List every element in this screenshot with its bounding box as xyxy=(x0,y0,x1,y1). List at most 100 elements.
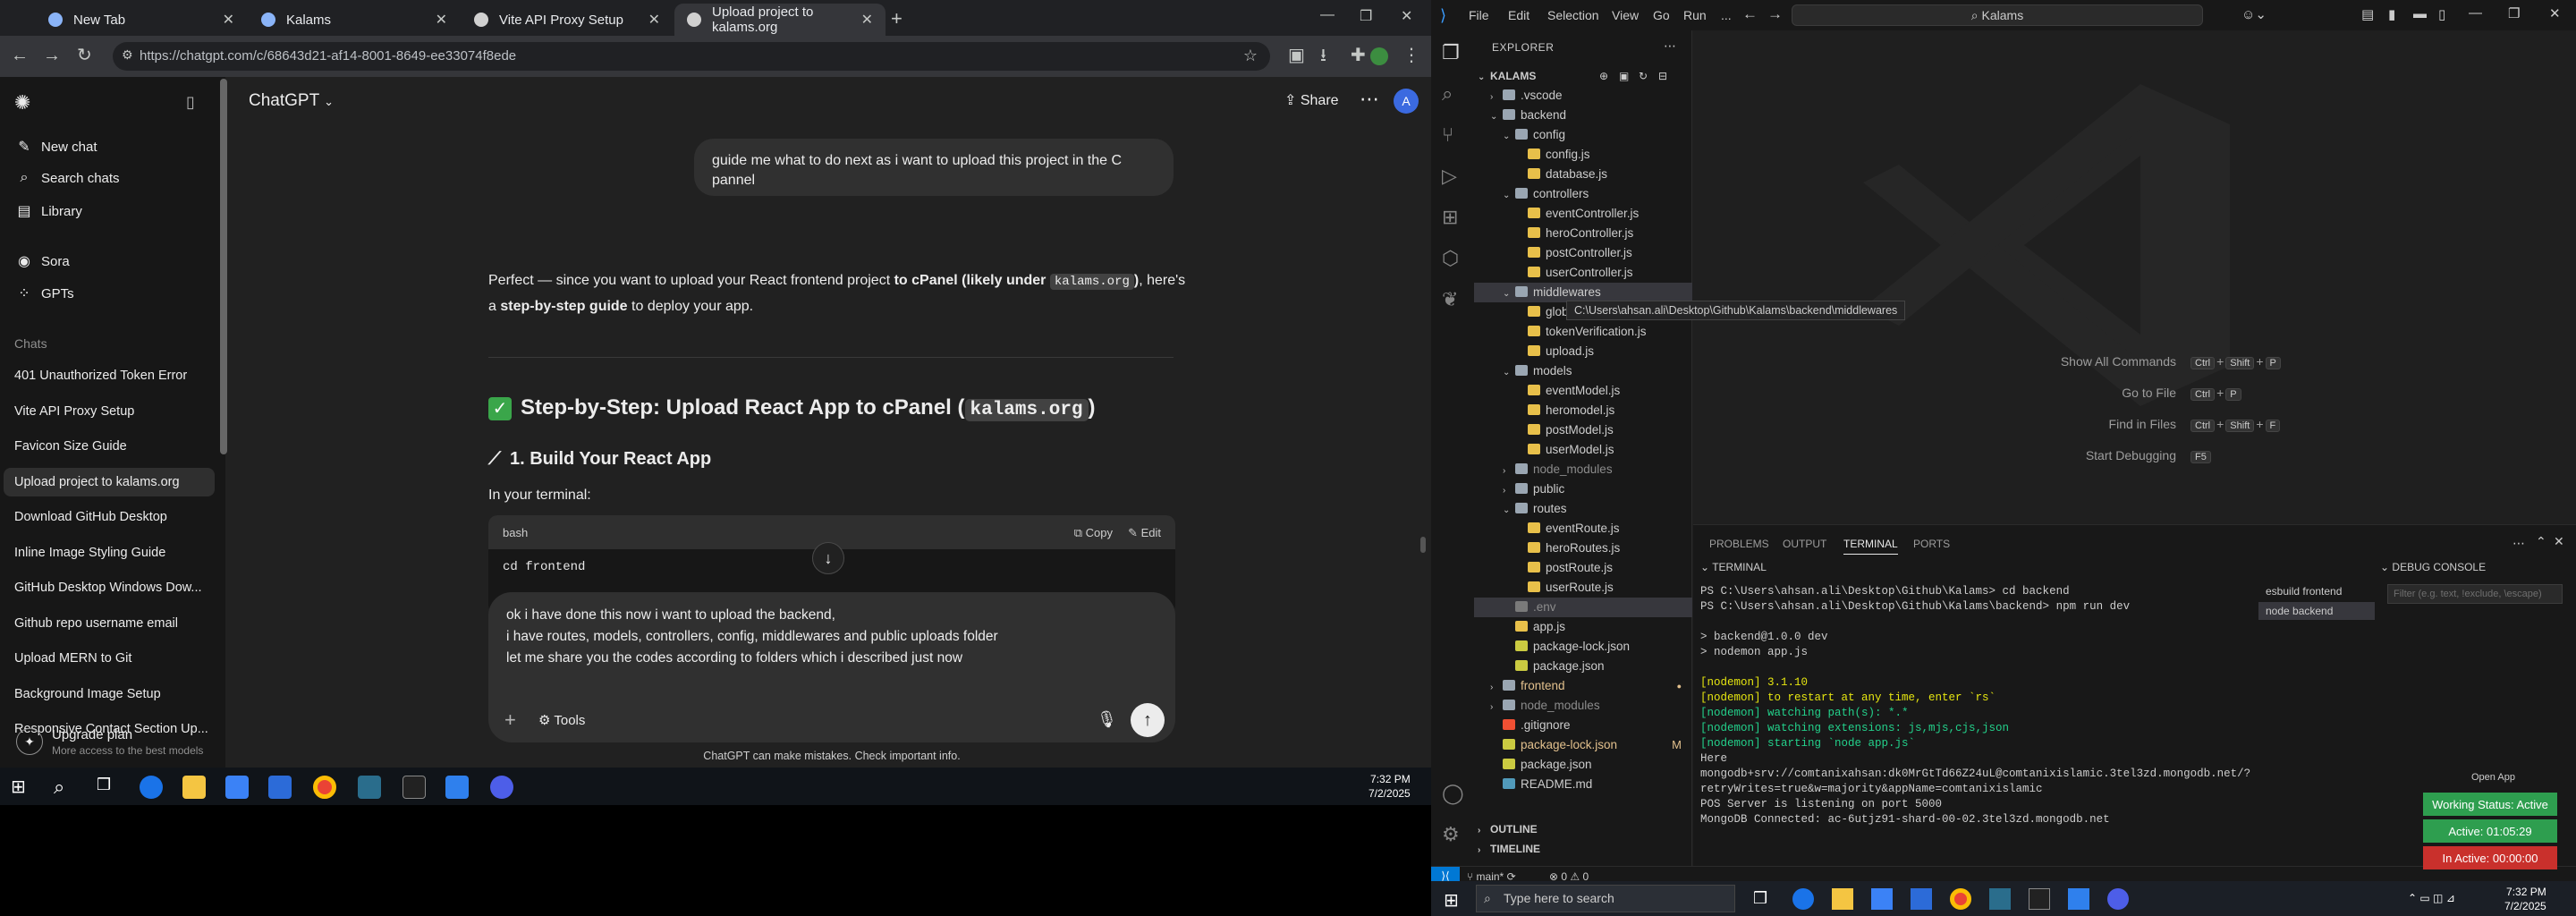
tree-folder[interactable]: › node_modules xyxy=(1474,460,1692,479)
windows-start-icon[interactable]: ⊞ xyxy=(1444,889,1459,912)
send-button[interactable]: ↑ xyxy=(1131,703,1165,737)
new-folder-icon[interactable]: ▣ xyxy=(1619,66,1629,86)
microphone-icon[interactable]: 🎙 xyxy=(1097,710,1117,729)
tree-file[interactable]: postRoute.js xyxy=(1474,558,1692,578)
windows-start-icon[interactable]: ⊞ xyxy=(11,776,34,799)
gpts-button[interactable]: ⁘ GPTs xyxy=(14,284,73,302)
chat-history-item[interactable]: 401 Unauthorized Token Error xyxy=(4,361,215,390)
copy-code-button[interactable]: ⧉ Copy xyxy=(1074,526,1113,540)
refresh-icon[interactable]: ↻ xyxy=(1639,66,1648,86)
close-icon[interactable]: ✕ xyxy=(436,11,447,29)
tree-folder[interactable]: ⌄ controllers xyxy=(1474,184,1692,204)
chrome-tab-vite-proxy[interactable]: Vite API Proxy Setup ✕ xyxy=(462,4,673,36)
edge-icon[interactable] xyxy=(1792,888,1814,910)
menu-item[interactable]: File xyxy=(1469,8,1489,22)
new-file-icon[interactable]: ⊕ xyxy=(1599,66,1608,86)
menu-item[interactable]: ... xyxy=(1721,8,1732,22)
back-arrow-icon[interactable]: ← xyxy=(1742,5,1758,23)
chat-history-item[interactable]: Favicon Size Guide xyxy=(4,432,215,461)
tree-file[interactable]: upload.js xyxy=(1474,342,1692,361)
command-center-search[interactable]: ⌕ Kalams xyxy=(1792,4,2203,26)
chrome-tab-kalams[interactable]: Kalams ✕ xyxy=(249,4,460,36)
file-explorer-icon[interactable] xyxy=(182,776,206,799)
edit-code-button[interactable]: ✎ Edit xyxy=(1128,526,1161,540)
chrome-tab-upload-project[interactable]: Upload project to kalams.org ✕ xyxy=(674,4,886,36)
close-icon[interactable]: ✕ xyxy=(223,11,234,29)
avatar[interactable]: A xyxy=(1394,89,1419,114)
tree-file[interactable]: package-lock.json xyxy=(1474,637,1692,657)
timeline-section[interactable]: › TIMELINE xyxy=(1474,839,1692,859)
panel-tab-ports[interactable]: PORTS xyxy=(1913,538,1950,550)
panel-tab-problems[interactable]: PROBLEMS xyxy=(1709,538,1769,550)
openai-logo-icon[interactable]: ✺ xyxy=(14,91,30,114)
chat-history-item[interactable]: Vite API Proxy Setup xyxy=(4,397,215,426)
tree-folder[interactable]: ⌄ backend xyxy=(1474,106,1692,125)
terminal-instance[interactable]: node backend xyxy=(2258,602,2375,620)
close-icon[interactable]: ✕ xyxy=(648,11,660,29)
tree-file[interactable]: postModel.js xyxy=(1474,420,1692,440)
tree-file[interactable]: package-lock.json M xyxy=(1474,735,1692,755)
chrome-taskbar-icon[interactable] xyxy=(313,776,336,799)
copilot-icon[interactable]: ☺⌄ xyxy=(2241,6,2267,22)
collapse-all-icon[interactable]: ⊟ xyxy=(1658,66,1667,86)
forward-arrow-icon[interactable]: → xyxy=(1767,5,1783,23)
composer-input[interactable]: ok i have done this now i want to upload… xyxy=(506,605,1150,669)
chat-history-item[interactable]: Upload project to kalams.org xyxy=(4,467,215,496)
run-debug-icon[interactable]: ▷ xyxy=(1442,165,1457,188)
bookmark-star-icon[interactable]: ☆ xyxy=(1243,47,1258,65)
tree-file[interactable]: package.json xyxy=(1474,755,1692,775)
minimize-icon[interactable]: — xyxy=(2469,5,2482,21)
tree-file[interactable]: userModel.js xyxy=(1474,440,1692,460)
sidebar-toggle-icon[interactable]: ▯ xyxy=(186,93,195,112)
new-chat-button[interactable]: ✎ New chat xyxy=(14,138,97,156)
tree-file[interactable]: README.md xyxy=(1474,775,1692,794)
tree-file[interactable]: package.json xyxy=(1474,657,1692,676)
tree-file[interactable]: eventModel.js xyxy=(1474,381,1692,401)
tree-file[interactable]: eventRoute.js xyxy=(1474,519,1692,539)
sidebar-scrollbar[interactable] xyxy=(220,79,227,454)
store-icon[interactable] xyxy=(1871,888,1893,910)
tree-file[interactable]: .env xyxy=(1474,598,1692,617)
chat-history-item[interactable]: GitHub Desktop Windows Dow... xyxy=(4,573,215,602)
tree-folder[interactable]: ⌄ routes xyxy=(1474,499,1692,519)
chrome-taskbar-icon[interactable] xyxy=(1950,888,1971,910)
maximize-panel-icon[interactable]: ⌃ xyxy=(2536,534,2546,549)
accounts-icon[interactable]: ◯ xyxy=(1442,782,1464,805)
forward-arrow-icon[interactable]: → xyxy=(43,47,61,64)
model-selector[interactable]: ChatGPT ⌄ xyxy=(249,91,334,111)
tools-button[interactable]: ⚙ Tools xyxy=(538,712,585,728)
menu-item[interactable]: Edit xyxy=(1508,8,1530,22)
shortcut-hint[interactable]: Start Debugging F5 xyxy=(1997,448,2445,463)
remote-explorer-icon[interactable]: ⬡ xyxy=(1442,247,1459,270)
app-icon[interactable] xyxy=(358,776,381,799)
app-icon[interactable] xyxy=(1989,888,2011,910)
shortcut-hint[interactable]: Show All Commands Ctrl + Shift + P xyxy=(1997,354,2445,369)
tree-file[interactable]: app.js xyxy=(1474,617,1692,637)
chat-history-item[interactable]: Download GitHub Desktop xyxy=(4,503,215,531)
sora-button[interactable]: ◉ Sora xyxy=(14,252,70,270)
tree-file[interactable]: userController.js xyxy=(1474,263,1692,283)
more-actions-icon[interactable]: ⋯ xyxy=(2512,536,2525,551)
tree-folder[interactable]: › frontend ● xyxy=(1474,676,1692,696)
terminal-output[interactable]: PS C:\Users\ahsan.ali\Desktop\Github\Kal… xyxy=(1700,584,2250,827)
chrome-tab-new-tab[interactable]: New Tab ✕ xyxy=(36,4,247,36)
message-composer[interactable]: ok i have done this now i want to upload… xyxy=(488,592,1175,742)
store-icon[interactable] xyxy=(225,776,249,799)
terminal-icon[interactable] xyxy=(2029,888,2050,910)
more-actions-icon[interactable]: ⋯ xyxy=(1664,38,1676,54)
system-tray-icons[interactable]: ⌃ ▭ ◫ ⊿ xyxy=(2408,892,2455,904)
tree-file[interactable]: postController.js xyxy=(1474,243,1692,263)
menu-item[interactable]: Run xyxy=(1683,8,1707,22)
close-panel-icon[interactable]: ✕ xyxy=(2554,534,2564,549)
tree-file[interactable]: userRoute.js xyxy=(1474,578,1692,598)
tree-folder[interactable]: › .vscode xyxy=(1474,86,1692,106)
library-button[interactable]: ▤ Library xyxy=(14,202,81,220)
open-app-label[interactable]: Open App xyxy=(2471,772,2515,783)
outline-section[interactable]: › OUTLINE xyxy=(1474,819,1692,839)
vscode-taskbar-icon[interactable] xyxy=(2068,888,2089,910)
layout-icon[interactable]: ▤ xyxy=(2361,6,2374,22)
extension-icon[interactable]: ▣ xyxy=(1288,47,1305,64)
mongodb-leaf-icon[interactable]: ❦ xyxy=(1442,288,1458,311)
tree-folder[interactable]: › node_modules xyxy=(1474,696,1692,716)
edge-icon[interactable] xyxy=(140,776,163,799)
